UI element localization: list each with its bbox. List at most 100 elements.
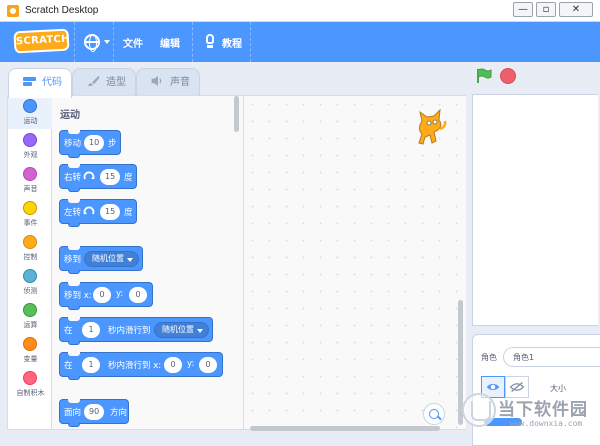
lightbulb-icon[interactable] [204, 34, 216, 50]
green-flag-icon[interactable] [476, 68, 492, 84]
scratch-logo[interactable]: SCRATCH [13, 28, 70, 54]
block-dropdown[interactable]: 随机位置 [154, 322, 209, 338]
block-text: 秒内滑行到 [108, 326, 151, 336]
block-categories: 运动 外观 声音 事件 控制 侦测 运算 变量 自制积木 [7, 95, 53, 430]
block-text: y: [187, 359, 195, 369]
minimize-button[interactable]: — [513, 2, 533, 17]
category-dot-icon [23, 167, 37, 181]
category-dot-icon [23, 201, 37, 215]
zoom-in-icon[interactable] [423, 403, 445, 425]
menu-divider [192, 22, 193, 62]
category-label: 外观 [23, 151, 38, 159]
category-label: 事件 [23, 219, 38, 227]
brush-icon [88, 75, 100, 87]
category-label: 声音 [23, 185, 38, 193]
menu-divider [250, 22, 251, 62]
block-text: 右转 [64, 173, 82, 183]
category-dot-icon [23, 269, 37, 283]
category-control[interactable]: 控制 [8, 232, 53, 265]
category-sensing[interactable]: 侦测 [8, 266, 53, 299]
palette-section-title: 运动 [60, 110, 80, 121]
palette-scrollbar[interactable] [234, 96, 239, 132]
category-dot-icon [23, 133, 37, 147]
watermark-text: 当下软件园 [498, 400, 588, 420]
tab-code-label: 代码 [42, 77, 62, 88]
category-dot-icon [23, 371, 37, 385]
watermark-logo: 当下软件园 www.downxia.com [462, 393, 600, 433]
block-input[interactable]: 15 [100, 169, 120, 185]
workspace-scrollbar-horizontal[interactable] [250, 426, 440, 431]
block-text: 度 [124, 208, 133, 218]
watermark-url: www.downxia.com [510, 419, 583, 428]
sprite-name-value: 角色1 [513, 353, 535, 362]
block-point-direction[interactable]: 面向 90 方向 [59, 399, 129, 427]
category-events[interactable]: 事件 [8, 198, 53, 231]
block-input[interactable]: 90 [84, 404, 104, 420]
category-motion[interactable]: 运动 [8, 96, 53, 129]
block-turn-right[interactable]: 右转 15 度 [59, 164, 137, 192]
block-text: 在 [64, 361, 73, 371]
block-text: 秒内滑行到 x: [108, 361, 162, 371]
category-dot-icon [23, 303, 37, 317]
speaker-icon [151, 76, 162, 86]
menu-divider [113, 22, 114, 62]
block-text: 步 [108, 139, 117, 149]
category-label: 侦测 [23, 287, 38, 295]
stage-canvas[interactable] [472, 94, 598, 326]
tab-sounds[interactable]: 声音 [136, 68, 200, 96]
menu-file[interactable]: 文件 [123, 35, 143, 50]
block-input[interactable]: 1 [82, 322, 100, 338]
block-glide-xy[interactable]: 在 1 秒内滑行到 x: 0 y: 0 [59, 352, 223, 380]
close-button[interactable]: ✕ [559, 2, 593, 17]
block-input[interactable]: 15 [100, 204, 120, 220]
block-move-steps[interactable]: 移动 10 步 [59, 130, 121, 158]
block-dropdown[interactable]: 随机位置 [84, 251, 139, 267]
block-input[interactable]: 0 [129, 287, 147, 303]
category-dot-icon [23, 235, 37, 249]
category-sound[interactable]: 声音 [8, 164, 53, 197]
maximize-button[interactable]: ▫ [536, 2, 556, 17]
block-input[interactable]: 0 [93, 287, 111, 303]
tab-code[interactable]: 代码 [8, 68, 72, 98]
category-operators[interactable]: 运算 [8, 300, 53, 333]
block-turn-left[interactable]: 左转 15 度 [59, 199, 137, 227]
block-goto[interactable]: 移到 随机位置 [59, 246, 143, 274]
block-text: 移到 x: [64, 291, 92, 301]
category-variables[interactable]: 变量 [8, 334, 53, 367]
menu-divider [74, 22, 75, 62]
block-text: 移动 [64, 139, 82, 149]
category-dot-icon [23, 337, 37, 351]
scratch-cat-sprite-icon [418, 108, 447, 145]
tab-costumes[interactable]: 造型 [72, 68, 136, 96]
category-looks[interactable]: 外观 [8, 130, 53, 163]
language-chevron-down-icon[interactable] [104, 40, 110, 44]
menu-edit[interactable]: 编辑 [160, 35, 180, 50]
block-text: 面向 [64, 408, 82, 418]
category-my-blocks[interactable]: 自制积木 [8, 368, 53, 401]
block-text: 方向 [110, 408, 128, 418]
category-label: 运算 [23, 321, 38, 329]
block-goto-xy[interactable]: 移到 x: 0 y: 0 [59, 282, 153, 310]
sprite-label: 角色 [481, 353, 497, 362]
stop-sign-icon[interactable] [500, 68, 516, 84]
window-title: Scratch Desktop [25, 5, 99, 16]
watermark-emblem-icon [462, 393, 496, 427]
block-text: y: [116, 289, 124, 299]
block-input[interactable]: 0 [199, 357, 217, 373]
tab-sounds-label: 声音 [170, 77, 190, 88]
block-text: 左转 [64, 208, 82, 218]
block-glide[interactable]: 在 1 秒内滑行到 随机位置 [59, 317, 213, 345]
code-icon [23, 77, 36, 86]
category-label: 自制积木 [16, 389, 45, 397]
title-bar: Scratch Desktop — ▫ ✕ [0, 0, 600, 22]
rotate-left-icon [83, 206, 95, 215]
block-input[interactable]: 1 [82, 357, 100, 373]
block-input[interactable]: 10 [84, 135, 104, 151]
globe-icon[interactable] [84, 34, 100, 52]
block-input[interactable]: 0 [164, 357, 182, 373]
menu-tutorials[interactable]: 教程 [222, 35, 242, 50]
category-dot-icon [23, 99, 37, 113]
category-label: 运动 [23, 117, 38, 125]
block-text: 在 [64, 326, 73, 336]
scratch-app-icon [7, 5, 19, 17]
